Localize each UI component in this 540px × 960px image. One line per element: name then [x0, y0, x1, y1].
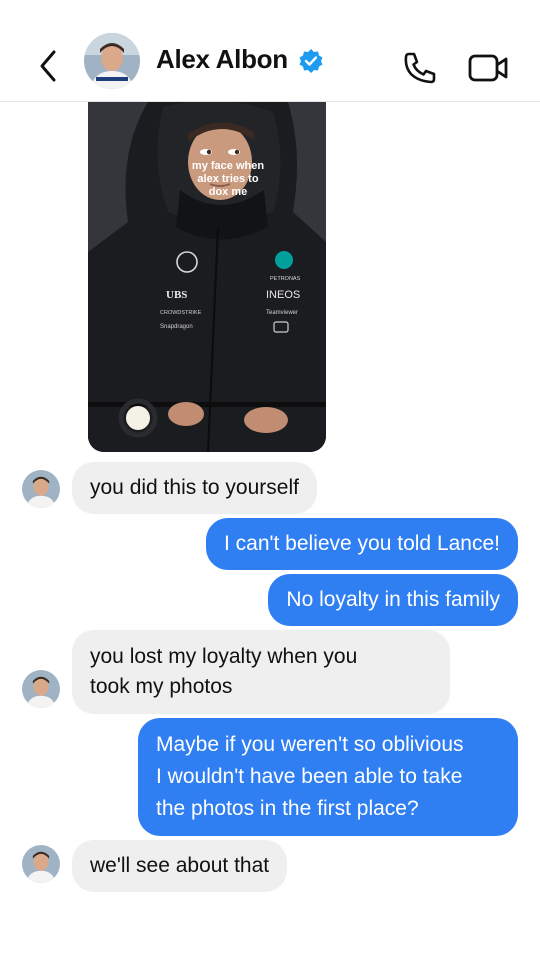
- svg-text:CROWDSTRIKE: CROWDSTRIKE: [160, 310, 202, 316]
- phone-icon[interactable]: [400, 48, 440, 88]
- svg-text:UBS: UBS: [166, 289, 187, 301]
- incoming-message-bubble[interactable]: you did this to yourself: [72, 462, 317, 514]
- message-text: you lost my loyalty when you took my pho…: [90, 645, 358, 698]
- outgoing-message-bubble[interactable]: Maybe if you weren't so oblivious I woul…: [138, 718, 518, 836]
- outgoing-message-bubble[interactable]: I can't believe you told Lance!: [205, 518, 518, 570]
- message-text: you did this to yourself: [90, 476, 299, 499]
- chat-header: Alex Albon: [0, 0, 540, 102]
- message-text: No loyalty in this family: [286, 588, 500, 611]
- verified-badge-icon: [299, 49, 323, 73]
- contact-avatar[interactable]: [84, 33, 140, 89]
- incoming-message-bubble[interactable]: we'll see about that: [72, 840, 288, 892]
- svg-text:INEOS: INEOS: [266, 289, 300, 301]
- message-text: we'll see about that: [90, 854, 270, 877]
- svg-text:Teamviewer: Teamviewer: [266, 310, 298, 316]
- back-chevron-icon[interactable]: [34, 48, 64, 84]
- svg-text:PETRONAS: PETRONAS: [270, 276, 301, 282]
- contact-name[interactable]: Alex Albon: [156, 44, 288, 75]
- video-camera-icon[interactable]: [466, 48, 510, 88]
- contact-avatar-small[interactable]: [22, 470, 60, 508]
- meme-caption: my face when alex tries to dox me: [191, 160, 265, 198]
- contact-avatar-small[interactable]: [22, 845, 60, 883]
- shared-meme-image[interactable]: UBS CROWDSTRIKE Snapdragon PETRONAS INEO…: [88, 102, 326, 452]
- message-text: Maybe if you weren't so oblivious I woul…: [156, 733, 464, 820]
- outgoing-message-bubble[interactable]: No loyalty in this family: [268, 574, 518, 626]
- message-text: I can't believe you told Lance!: [223, 532, 500, 555]
- contact-avatar-small[interactable]: [22, 670, 60, 708]
- svg-text:Snapdragon: Snapdragon: [160, 324, 193, 330]
- incoming-message-bubble[interactable]: you lost my loyalty when you took my pho…: [72, 630, 450, 714]
